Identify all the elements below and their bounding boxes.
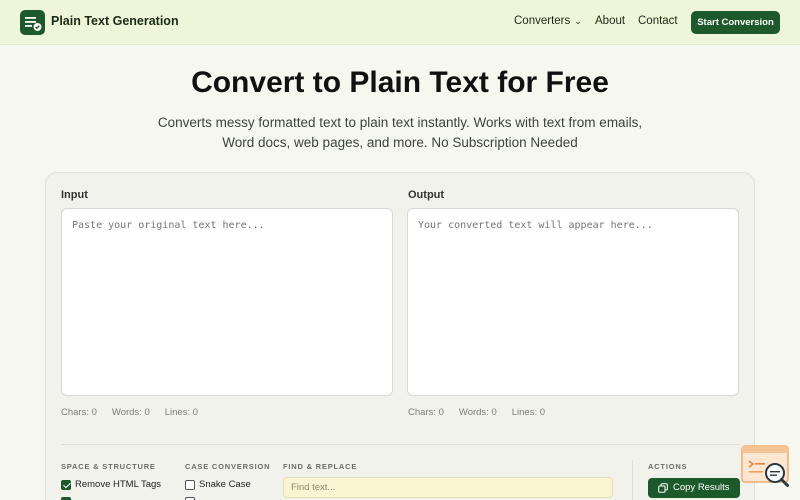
find-replace-heading: FIND & REPLACE (283, 462, 358, 471)
remove-html-tags-checkbox[interactable] (61, 480, 71, 490)
copy-results-label: Copy Results (673, 482, 730, 493)
input-textarea[interactable] (61, 208, 393, 396)
space-structure-heading: SPACE & STRUCTURE (61, 462, 156, 471)
output-stats: Chars: 0 Words: 0 Lines: 0 (408, 407, 560, 418)
input-line-count: Lines: 0 (164, 407, 199, 418)
input-label: Input (61, 189, 88, 201)
actions-divider (632, 460, 633, 500)
copy-results-button[interactable]: Copy Results (648, 478, 740, 498)
remove-html-tags-option[interactable]: Remove HTML Tags (61, 479, 171, 491)
nav-about[interactable]: About (595, 15, 625, 27)
options-divider (61, 444, 740, 445)
start-conversion-button[interactable]: Start Conversion (691, 11, 780, 34)
input-word-count: Words: 0 (111, 407, 150, 418)
nav-contact[interactable]: Contact (638, 15, 678, 27)
find-text-input[interactable]: Find text... (283, 477, 613, 498)
output-line-count: Lines: 0 (511, 407, 546, 418)
subtitle-line-2: Word docs, web pages, and more. No Subsc… (222, 135, 578, 150)
input-char-count: Chars: 0 (61, 407, 97, 418)
output-textarea[interactable] (407, 208, 739, 396)
copy-icon (658, 483, 668, 493)
snake-case-label: Snake Case (199, 479, 251, 490)
output-label: Output (408, 189, 445, 201)
actions-heading: ACTIONS (648, 462, 688, 471)
input-stats: Chars: 0 Words: 0 Lines: 0 (61, 407, 213, 418)
chevron-down-icon: ⌄ (574, 16, 582, 26)
snake-case-option[interactable]: Snake Case (185, 479, 265, 491)
page-subtitle: Converts messy formatted text to plain t… (150, 113, 650, 153)
brand-name[interactable]: Plain Text Generation (51, 14, 179, 28)
search-chat-icon[interactable] (741, 445, 791, 490)
subtitle-line-1: Converts messy formatted text to plain t… (157, 115, 643, 130)
page-title: Convert to Plain Text for Free (191, 66, 609, 99)
remove-html-tags-label: Remove HTML Tags (75, 479, 162, 490)
nav-converters[interactable]: Converters ⌄ (514, 15, 582, 27)
case-conversion-heading: CASE CONVERSION (185, 462, 271, 471)
nav-converters-label: Converters (514, 15, 571, 27)
site-header: Plain Text Generation Converters ⌄ About … (0, 0, 800, 45)
output-word-count: Words: 0 (458, 407, 497, 418)
snake-case-checkbox[interactable] (185, 480, 195, 490)
output-char-count: Chars: 0 (408, 407, 444, 418)
document-check-icon[interactable] (20, 10, 45, 35)
